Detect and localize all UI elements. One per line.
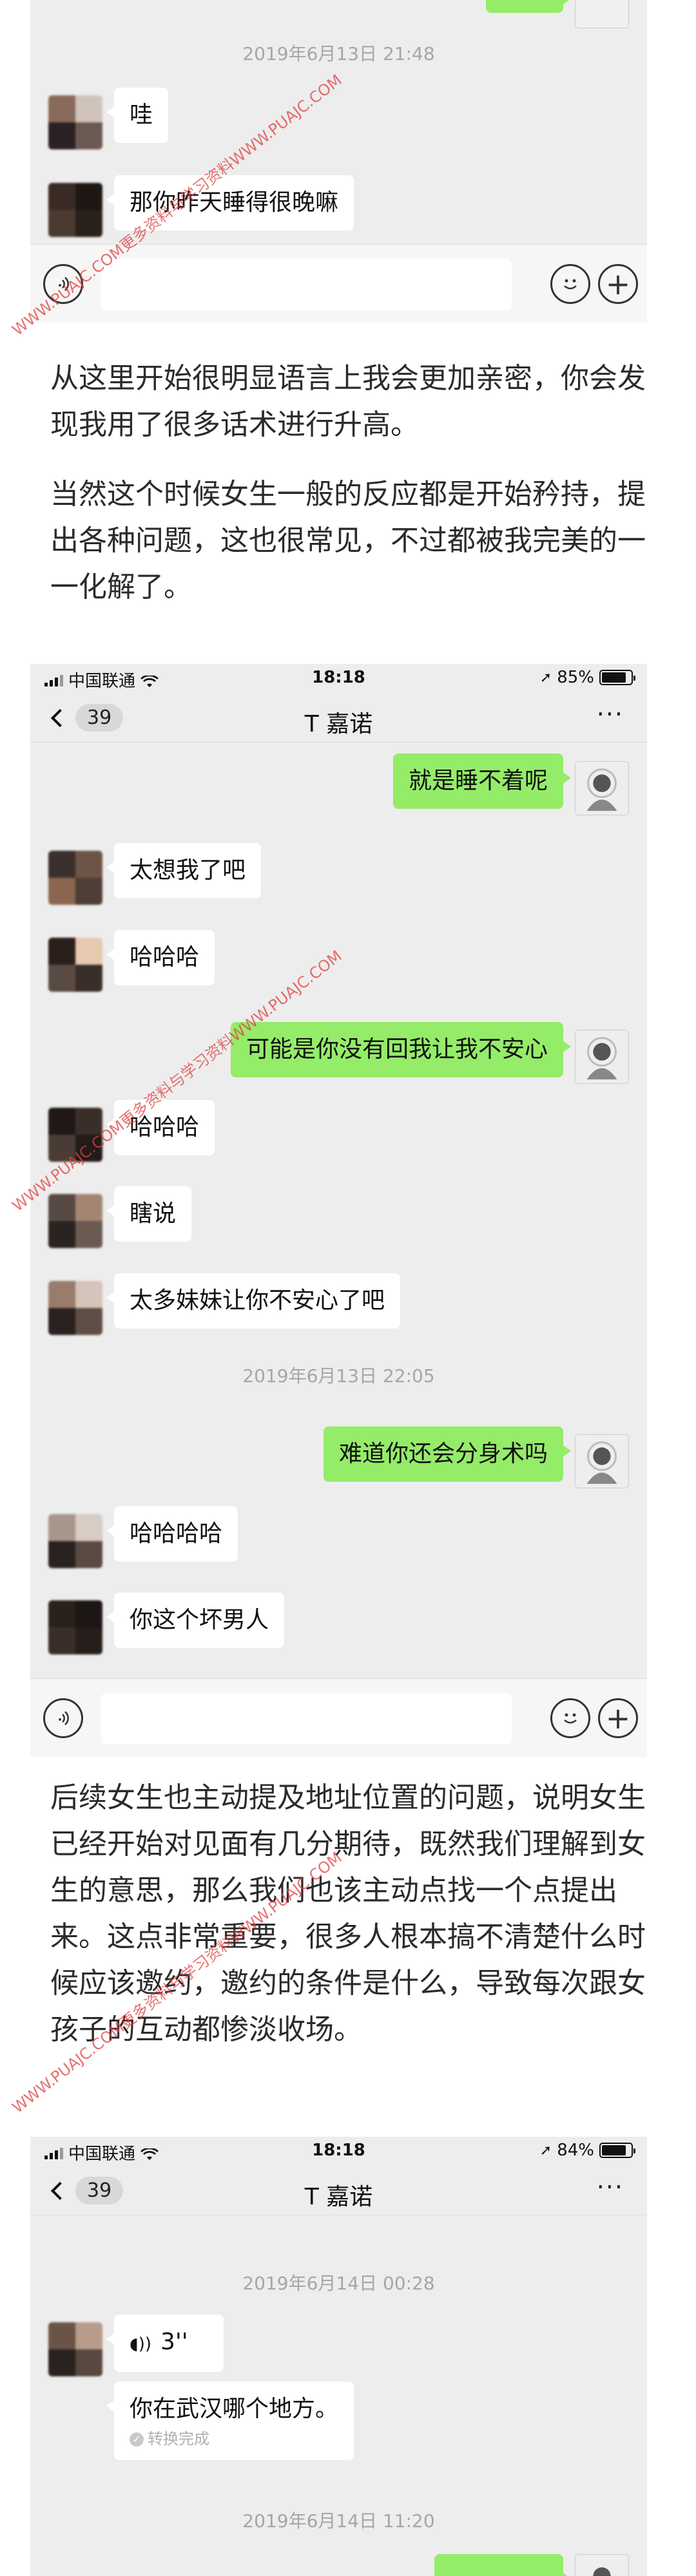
status-bar: 中国联通 18:18 ➚ 84% xyxy=(30,2137,647,2165)
voice-icon[interactable] xyxy=(43,1698,83,1738)
chat-nav-bar: 39 T 嘉诺 ··· xyxy=(30,2165,647,2215)
message-bubble-incoming: 哇 xyxy=(106,88,169,143)
message-input[interactable] xyxy=(101,1693,512,1745)
avatar-contact xyxy=(48,1194,102,1248)
check-icon: ✓ xyxy=(130,2432,144,2447)
avatar-self xyxy=(575,761,629,815)
voice-transcript-text: 你在武汉哪个地方。 xyxy=(130,2396,339,2422)
status-bar: 中国联通 18:18 ➚ 85% xyxy=(30,664,647,692)
message-bubble-incoming: 哈哈哈 xyxy=(106,930,215,985)
chat-screenshot-mid: 中国联通 18:18 ➚ 85% 39 T 嘉诺 ··· 就是睡不着呢 太想我了… xyxy=(30,664,647,1757)
location-arrow-icon: ➚ xyxy=(539,669,552,686)
avatar-contact xyxy=(48,938,102,992)
message-bubble-outgoing-cut xyxy=(434,2554,571,2576)
timestamp: 2019年6月14日 00:28 xyxy=(242,2273,435,2294)
message-bubble-incoming: 太多妹妹让你不安心了吧 xyxy=(106,1273,401,1329)
message-input-bar: + xyxy=(30,244,647,323)
message-bubble-incoming: 哈哈哈哈 xyxy=(106,1506,238,1562)
timestamp: 2019年6月13日 21:48 xyxy=(242,43,435,64)
emoji-icon[interactable] xyxy=(550,264,590,304)
article-paragraph: 当然这个时候女生一般的反应都是开始矜持，提出各种问题，这也很常见，不过都被我完美… xyxy=(50,478,646,603)
voice-icon[interactable] xyxy=(43,264,83,304)
article-paragraph: 后续女生也主动提及地址位置的问题，说明女生已经开始对见面有几分期待，既然我们理解… xyxy=(50,1781,646,2046)
chat-title: T 嘉诺 xyxy=(304,711,373,737)
avatar-self xyxy=(575,1030,629,1084)
message-bubble-outgoing-cut xyxy=(486,0,571,13)
plus-icon[interactable]: + xyxy=(598,1698,638,1738)
avatar-contact xyxy=(48,1600,102,1654)
message-input[interactable] xyxy=(101,259,512,310)
transcript-status: 转换完成 xyxy=(148,2430,209,2448)
chat-nav-bar: 39 T 嘉诺 ··· xyxy=(30,692,647,743)
avatar-contact xyxy=(48,1108,102,1162)
battery-percent: 84% xyxy=(557,2141,594,2160)
message-bubble-outgoing: 就是睡不着呢 xyxy=(392,753,572,809)
message-bubble-outgoing: 可能是你没有回我让我不安心 xyxy=(230,1022,572,1077)
plus-icon[interactable]: + xyxy=(598,264,638,304)
avatar-contact xyxy=(48,95,102,149)
avatar-self xyxy=(575,0,629,28)
battery-percent: 85% xyxy=(557,668,594,687)
message-bubble-outgoing: 难道你还会分身术吗 xyxy=(323,1426,572,1482)
article-paragraph: 从这里开始很明显语言上我会更加亲密，你会发现我用了很多话术进行升高。 xyxy=(50,362,646,441)
battery-icon xyxy=(599,2143,635,2158)
voice-duration: 3'' xyxy=(160,2329,188,2355)
avatar-contact xyxy=(48,183,102,237)
message-bubble-incoming: 太想我了吧 xyxy=(106,843,262,898)
battery-icon xyxy=(599,670,635,685)
chat-screenshot-bottom: 中国联通 18:18 ➚ 84% 39 T 嘉诺 ··· 2019年6月14日 … xyxy=(30,2137,647,2576)
voice-transcript-bubble: 你在武汉哪个地方。 ✓ 转换完成 xyxy=(106,2382,354,2460)
timestamp: 2019年6月13日 22:05 xyxy=(242,1365,435,1387)
chat-screenshot-top: 2019年6月13日 21:48 哇 那你昨天睡得很晚嘛 + xyxy=(30,0,647,323)
message-bubble-incoming: 瞎说 xyxy=(106,1186,192,1242)
message-bubble-incoming: 你这个坏男人 xyxy=(106,1593,285,1648)
avatar-contact xyxy=(48,851,102,905)
avatar-self xyxy=(575,2554,629,2576)
message-bubble-incoming: 那你昨天睡得很晚嘛 xyxy=(106,175,354,231)
message-bubble-incoming: 哈哈哈 xyxy=(106,1100,215,1155)
more-icon[interactable]: ··· xyxy=(597,2175,624,2199)
avatar-contact xyxy=(48,1514,102,1568)
emoji-icon[interactable] xyxy=(550,1698,590,1738)
more-icon[interactable]: ··· xyxy=(597,702,624,726)
location-arrow-icon: ➚ xyxy=(539,2142,552,2159)
avatar-contact xyxy=(48,1281,102,1335)
timestamp: 2019年6月14日 11:20 xyxy=(242,2510,435,2532)
sound-wave-icon: ◖)) xyxy=(130,2334,151,2354)
chat-title: T 嘉诺 xyxy=(304,2184,373,2210)
avatar-self xyxy=(575,1434,629,1488)
avatar-contact xyxy=(48,2322,102,2376)
message-input-bar: + xyxy=(30,1678,647,1757)
voice-message-bubble[interactable]: ◖)) 3'' xyxy=(106,2315,224,2372)
